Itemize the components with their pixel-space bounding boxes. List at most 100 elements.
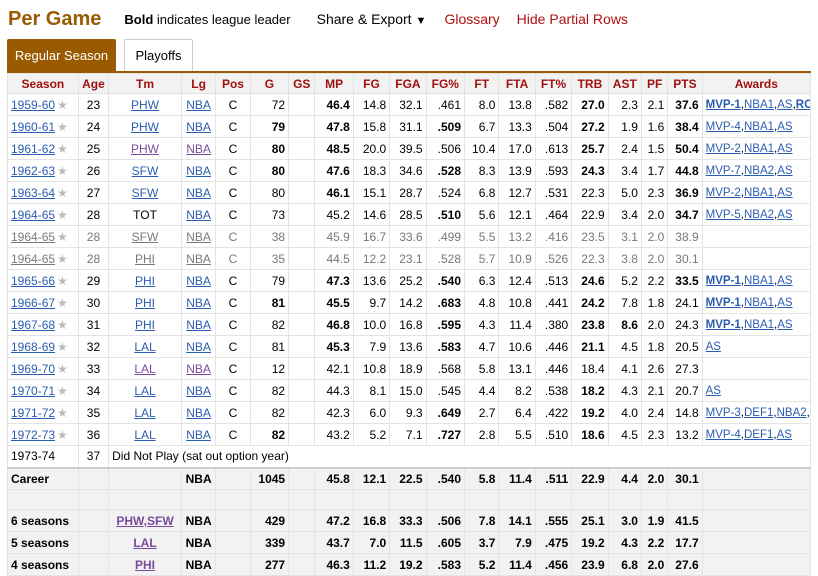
season-link[interactable]: 1967-68 (11, 318, 55, 332)
league-link[interactable]: NBA (186, 98, 211, 112)
season-link[interactable]: 1966-67 (11, 296, 55, 310)
award-link[interactable]: ROY-1 (796, 99, 810, 111)
team-link[interactable]: LAL (134, 406, 155, 420)
team-link[interactable]: PHI (135, 252, 155, 266)
column-header-ft[interactable]: FT (464, 73, 500, 94)
award-link[interactable]: AS (777, 121, 792, 133)
league-link[interactable]: NBA (186, 406, 211, 420)
league-link[interactable]: NBA (186, 296, 211, 310)
season-link[interactable]: 1972-73 (11, 428, 55, 442)
award-link[interactable]: MVP-1 (706, 99, 741, 111)
award-link[interactable]: NBA2 (777, 407, 807, 419)
season-link[interactable]: 1963-64 (11, 186, 55, 200)
league-link[interactable]: NBA (186, 164, 211, 178)
team-link[interactable]: SFW (132, 164, 159, 178)
season-link[interactable]: 1965-66 (11, 274, 55, 288)
award-link[interactable]: AS (777, 165, 792, 177)
season-link[interactable]: 1959-60 (11, 98, 55, 112)
column-header-fta[interactable]: FTA (498, 73, 536, 94)
season-link[interactable]: 1964-65 (11, 252, 55, 266)
column-header-trb[interactable]: TRB (571, 73, 609, 94)
hide-partial-rows-link[interactable]: Hide Partial Rows (517, 11, 628, 27)
team-link[interactable]: PHW (131, 98, 159, 112)
column-header-g[interactable]: G (249, 73, 290, 94)
column-header-age[interactable]: Age (77, 73, 110, 94)
award-link[interactable]: DEF1 (744, 429, 773, 441)
league-link[interactable]: NBA (186, 186, 211, 200)
team-link[interactable]: PHW (131, 120, 159, 134)
season-link[interactable]: 1964-65 (11, 208, 55, 222)
award-link[interactable]: NBA1 (744, 275, 774, 287)
team-link[interactable]: LAL (133, 536, 156, 550)
column-header-fga[interactable]: FGA (389, 73, 427, 94)
award-link[interactable]: AS (706, 341, 721, 353)
team-link[interactable]: PHW (131, 142, 159, 156)
column-header-ft-pct[interactable]: FT% (534, 73, 573, 94)
league-link[interactable]: NBA (186, 340, 211, 354)
column-header-awards[interactable]: Awards (701, 73, 812, 94)
column-header-lg[interactable]: Lg (180, 73, 217, 94)
award-link[interactable]: MVP-1 (706, 275, 741, 287)
award-link[interactable]: MVP-7 (706, 165, 741, 177)
season-link[interactable]: 1971-72 (11, 406, 55, 420)
award-link[interactable]: NBA2 (744, 165, 774, 177)
league-link[interactable]: NBA (186, 318, 211, 332)
season-link[interactable]: 1962-63 (11, 164, 55, 178)
column-header-season[interactable]: Season (7, 73, 79, 94)
league-link[interactable]: NBA (186, 428, 211, 442)
award-link[interactable]: AS (777, 319, 792, 331)
team-link[interactable]: LAL (134, 428, 155, 442)
tab-regular-season[interactable]: Regular Season (7, 39, 116, 71)
team-link[interactable]: SFW (132, 186, 159, 200)
team-link[interactable]: PHI (135, 318, 155, 332)
league-link[interactable]: NBA (186, 252, 211, 266)
season-link[interactable]: 1968-69 (11, 340, 55, 354)
award-link[interactable]: AS (777, 209, 792, 221)
award-link[interactable]: AS (706, 385, 721, 397)
column-header-fg-pct[interactable]: FG% (425, 73, 466, 94)
award-link[interactable]: NBA1 (744, 187, 774, 199)
column-header-ast[interactable]: AST (607, 73, 642, 94)
league-link[interactable]: NBA (186, 142, 211, 156)
column-header-pos[interactable]: Pos (215, 73, 251, 94)
team-link[interactable]: PHI (135, 558, 155, 572)
award-link[interactable]: NBA1 (744, 297, 774, 309)
league-link[interactable]: NBA (186, 274, 211, 288)
award-link[interactable]: AS (777, 297, 792, 309)
team-link[interactable]: PHI (135, 296, 155, 310)
season-link[interactable]: 1960-61 (11, 120, 55, 134)
team-link[interactable]: LAL (134, 362, 155, 376)
award-link[interactable]: AS (810, 407, 811, 419)
tab-playoffs[interactable]: Playoffs (124, 39, 193, 71)
season-link[interactable]: 1961-62 (11, 142, 55, 156)
award-link[interactable]: MVP-2 (706, 187, 741, 199)
award-link[interactable]: NBA1 (744, 121, 774, 133)
column-header-fg[interactable]: FG (352, 73, 391, 94)
award-link[interactable]: DEF1 (744, 407, 773, 419)
award-link[interactable]: AS (777, 99, 792, 111)
league-link[interactable]: NBA (186, 384, 211, 398)
league-link[interactable]: NBA (186, 120, 211, 134)
season-link[interactable]: 1970-71 (11, 384, 55, 398)
award-link[interactable]: MVP-2 (706, 143, 741, 155)
award-link[interactable]: NBA1 (744, 99, 774, 111)
team-link[interactable]: SFW (132, 230, 159, 244)
share-export-button[interactable]: Share & Export ▼ (317, 11, 427, 27)
award-link[interactable]: NBA1 (744, 319, 774, 331)
season-link[interactable]: 1969-70 (11, 362, 55, 376)
team-link[interactable]: PHI (135, 274, 155, 288)
season-link[interactable]: 1964-65 (11, 230, 55, 244)
column-header-tm[interactable]: Tm (108, 73, 182, 94)
league-link[interactable]: NBA (186, 208, 211, 222)
team-link[interactable]: LAL (134, 340, 155, 354)
column-header-pts[interactable]: PTS (667, 73, 703, 94)
award-link[interactable]: MVP-1 (706, 297, 741, 309)
league-link[interactable]: NBA (186, 362, 211, 376)
award-link[interactable]: AS (777, 143, 792, 155)
league-link[interactable]: NBA (186, 230, 211, 244)
award-link[interactable]: MVP-4 (706, 429, 741, 441)
award-link[interactable]: MVP-5 (706, 209, 741, 221)
column-header-mp[interactable]: MP (314, 73, 354, 94)
award-link[interactable]: AS (777, 187, 792, 199)
award-link[interactable]: NBA2 (744, 209, 774, 221)
